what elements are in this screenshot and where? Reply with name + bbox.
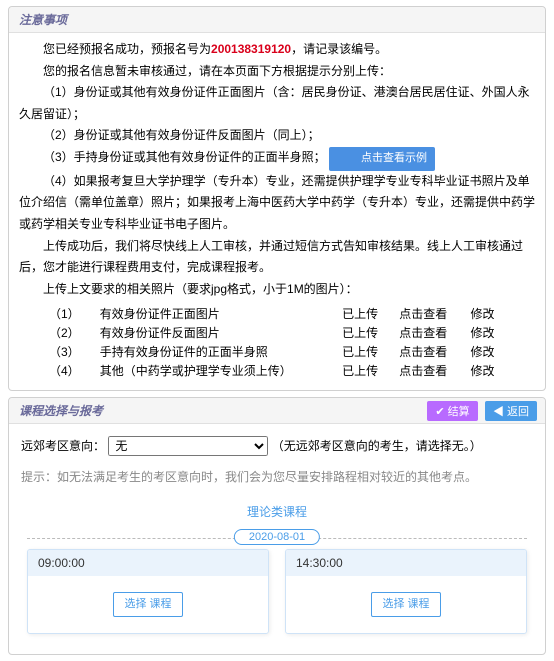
notice-line-2: 您的报名信息暂未审核通过，请在本页面下方根据提示分别上传： bbox=[19, 61, 535, 83]
upload-view-link[interactable]: 点击查看 bbox=[393, 342, 464, 361]
upload-view-link[interactable]: 点击查看 bbox=[393, 361, 464, 380]
uploads-table: （1） 有效身份证件正面图片 已上传 点击查看 修改 （2） 有效身份证件反面图… bbox=[43, 304, 507, 380]
theory-section-title-text: 理论类课程 bbox=[247, 505, 307, 519]
slot-body: 选择 课程 bbox=[28, 576, 268, 632]
upload-edit-link[interactable]: 修改 bbox=[465, 361, 508, 380]
upload-view-link[interactable]: 点击查看 bbox=[393, 304, 464, 323]
course-body: 远郊考区意向： 无 （无远郊考区意向的考生，请选择无。） 提示：如无法满足考生的… bbox=[9, 424, 545, 653]
table-row: （4） 其他（中药学或护理学专业须上传） 已上传 点击查看 修改 bbox=[43, 361, 507, 380]
upload-status: 已上传 bbox=[336, 361, 393, 380]
table-row: （1） 有效身份证件正面图片 已上传 点击查看 修改 bbox=[43, 304, 507, 323]
district-hint: 提示：如无法满足考生的考区意向时，我们会为您尽量安排路程相对较近的其他考点。 bbox=[19, 462, 535, 491]
upload-status: 已上传 bbox=[336, 342, 393, 361]
slot-body: 选择 课程 bbox=[286, 576, 526, 632]
table-row: （3） 手持有效身份证件的正面半身照 已上传 点击查看 修改 bbox=[43, 342, 507, 361]
notice-line5-text: （3）手持身份证或其他有效身份证件的正面半身照； bbox=[43, 150, 326, 164]
notice-line-5: （3）手持身份证或其他有效身份证件的正面半身照； 点击查看示例 bbox=[19, 147, 535, 171]
notice-body: 您已经预报名成功，预报名号为200138319120，请记录该编号。 您的报名信… bbox=[9, 33, 545, 390]
upload-name: 有效身份证件反面图片 bbox=[94, 323, 336, 342]
course-panel: 课程选择与报考 ✔ 结算 ◀ 返回 远郊考区意向： 无 （无远郊考区意向的考生，… bbox=[8, 397, 546, 654]
upload-idx: （1） bbox=[43, 304, 94, 323]
registration-number: 200138319120 bbox=[211, 42, 291, 56]
table-row: （2） 有效身份证件反面图片 已上传 点击查看 修改 bbox=[43, 323, 507, 342]
upload-idx: （4） bbox=[43, 361, 94, 380]
notice-line-4: （2）身份证或其他有效身份证件反面图片（同上）； bbox=[19, 125, 535, 147]
slot-card: 14:30:00 选择 课程 bbox=[285, 549, 527, 633]
choose-course-button[interactable]: 选择 课程 bbox=[113, 592, 182, 616]
theory-section-title: 理论类课程 bbox=[19, 503, 535, 520]
header-buttons: ✔ 结算 ◀ 返回 bbox=[423, 401, 537, 421]
view-example-button[interactable]: 点击查看示例 bbox=[329, 147, 435, 171]
upload-status: 已上传 bbox=[336, 323, 393, 342]
slot-list: 09:00:00 选择 课程 14:30:00 选择 课程 bbox=[19, 545, 535, 647]
notice-line-7: 上传成功后，我们将尽快线上人工审核，并通过短信方式告知审核结果。线上人工审核通过… bbox=[19, 236, 535, 279]
upload-view-link[interactable]: 点击查看 bbox=[393, 323, 464, 342]
slot-card: 09:00:00 选择 课程 bbox=[27, 549, 269, 633]
notice-line1-a: 您已经预报名成功，预报名号为 bbox=[43, 42, 211, 56]
notice-line1-b: ，请记录该编号。 bbox=[291, 42, 387, 56]
district-row: 远郊考区意向： 无 （无远郊考区意向的考生，请选择无。） bbox=[19, 430, 535, 462]
district-select[interactable]: 无 bbox=[108, 436, 268, 456]
upload-edit-link[interactable]: 修改 bbox=[465, 323, 508, 342]
district-note: （无远郊考区意向的考生，请选择无。） bbox=[272, 439, 482, 453]
upload-name: 其他（中药学或护理学专业须上传） bbox=[94, 361, 336, 380]
notice-header: 注意事项 bbox=[9, 7, 545, 33]
checkout-button[interactable]: ✔ 结算 bbox=[427, 401, 477, 421]
notice-line-3: （1）身份证或其他有效身份证件正面图片（含：居民身份证、港澳台居民居住证、外国人… bbox=[19, 82, 535, 125]
course-header: 课程选择与报考 ✔ 结算 ◀ 返回 bbox=[9, 398, 545, 424]
upload-edit-link[interactable]: 修改 bbox=[465, 342, 508, 361]
notice-line-6: （4）如果报考复旦大学护理学（专升本）专业，还需提供护理学专业专科毕业证书照片及… bbox=[19, 171, 535, 236]
course-header-title: 课程选择与报考 bbox=[19, 404, 103, 418]
slot-time-text: 14:30:00 bbox=[296, 556, 343, 570]
district-label: 远郊考区意向： bbox=[21, 439, 105, 453]
notice-panel: 注意事项 您已经预报名成功，预报名号为200138319120，请记录该编号。 … bbox=[8, 6, 546, 391]
slot-time-text: 09:00:00 bbox=[38, 556, 85, 570]
upload-name: 有效身份证件正面图片 bbox=[94, 304, 336, 323]
date-divider: 2020-08-01 bbox=[27, 538, 527, 539]
upload-status: 已上传 bbox=[336, 304, 393, 323]
notice-line-8: 上传上文要求的相关照片（要求jpg格式，小于1M的图片）： bbox=[19, 279, 535, 301]
back-button[interactable]: ◀ 返回 bbox=[485, 401, 537, 421]
upload-edit-link[interactable]: 修改 bbox=[465, 304, 508, 323]
upload-name: 手持有效身份证件的正面半身照 bbox=[94, 342, 336, 361]
choose-course-button[interactable]: 选择 课程 bbox=[371, 592, 440, 616]
slot-time: 09:00:00 bbox=[28, 550, 268, 576]
date-pill: 2020-08-01 bbox=[234, 529, 320, 545]
upload-idx: （3） bbox=[43, 342, 94, 361]
notice-line-1: 您已经预报名成功，预报名号为200138319120，请记录该编号。 bbox=[19, 39, 535, 61]
slot-time: 14:30:00 bbox=[286, 550, 526, 576]
upload-idx: （2） bbox=[43, 323, 94, 342]
